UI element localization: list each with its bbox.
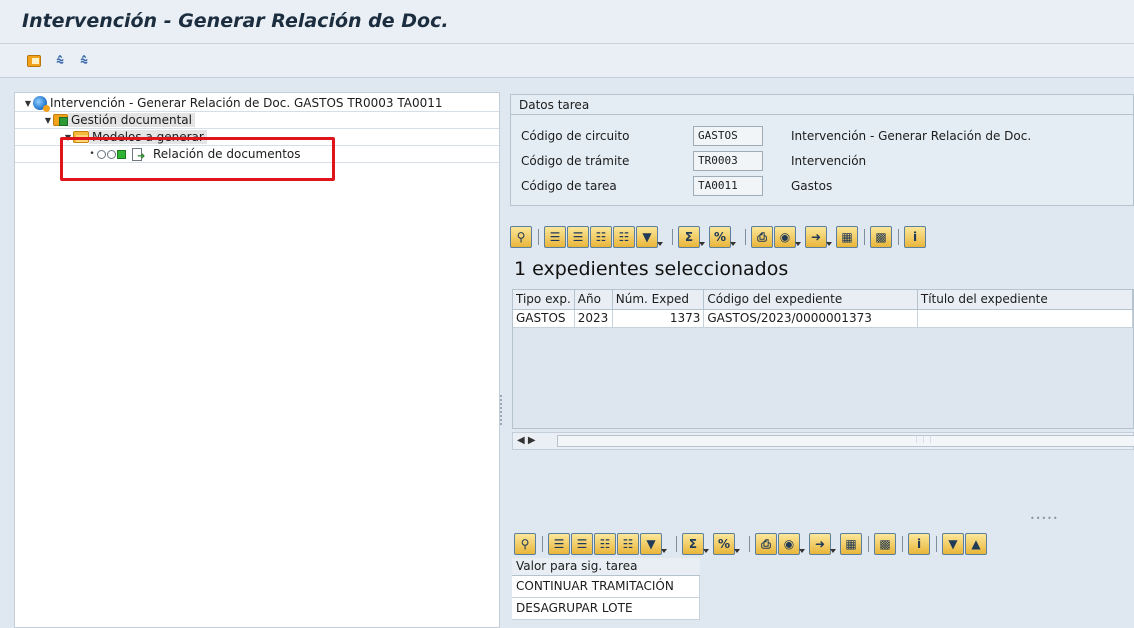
datos-row-tarea: Código de tarea TA0011 Gastos	[521, 176, 832, 196]
column-header[interactable]: Año	[574, 290, 613, 310]
expedientes-table: Tipo exp. Año Núm. Exped Código del expe…	[513, 290, 1134, 328]
application-toolbar: ⩯ ⩯	[0, 44, 1134, 78]
table-cell[interactable]: GASTOS/2023/0000001373	[703, 309, 918, 328]
tramite-field[interactable]: TR0003	[693, 151, 763, 171]
toolbar-separator	[898, 229, 899, 245]
print-icon[interactable]: ⎙	[755, 533, 777, 555]
layout-icon[interactable]: ▦	[840, 533, 862, 555]
expand-arrow-icon[interactable]: ▼	[43, 116, 53, 125]
splitter-handle[interactable]	[500, 395, 504, 425]
toolbar-separator	[749, 536, 750, 552]
tree-node-root[interactable]: ▼ Intervención - Generar Relación de Doc…	[15, 95, 499, 112]
toolbar-separator	[936, 536, 937, 552]
table-cell[interactable]: GASTOS	[513, 309, 575, 328]
collapse-up-icon[interactable]: ▲	[965, 533, 987, 555]
selection-title: 1 expedientes seleccionados	[514, 258, 789, 280]
tree-node-label: Gestión documental	[68, 113, 195, 127]
export-icon[interactable]: ➜	[805, 226, 832, 248]
table-row[interactable]: GASTOS 2023 1373 GASTOS/2023/0000001373	[513, 309, 1134, 328]
toolbar-separator	[542, 536, 543, 552]
column-header[interactable]: Título del expediente	[917, 290, 1134, 310]
subtotal-icon[interactable]: %	[709, 226, 736, 248]
layout-icon[interactable]: ▦	[836, 226, 858, 248]
find-next-icon[interactable]: ☷	[617, 533, 639, 555]
field-description: Intervención - Generar Relación de Doc.	[791, 129, 1032, 143]
export-icon[interactable]: ➜	[809, 533, 836, 555]
expedientes-grid: Tipo exp. Año Núm. Exped Código del expe…	[512, 289, 1134, 429]
collapse-all-icon[interactable]: ⩯	[76, 53, 92, 69]
graphic-icon[interactable]: ▩	[874, 533, 896, 555]
find-icon[interactable]: ☷	[594, 533, 616, 555]
toolbar-separator	[745, 229, 746, 245]
resize-grip-icon[interactable]: •••••	[1030, 514, 1059, 523]
field-label: Código de circuito	[521, 129, 630, 143]
folder-icon	[53, 114, 68, 126]
toolbar-separator	[676, 536, 677, 552]
table-header-row: Tipo exp. Año Núm. Exped Código del expe…	[513, 290, 1134, 310]
table-cell[interactable]	[917, 309, 1134, 328]
print-icon[interactable]: ⎙	[751, 226, 773, 248]
horizontal-scrollbar[interactable]: ◀ ▶ ⋮⋮⋮	[512, 432, 1134, 450]
datos-row-circuito: Código de circuito GASTOS Intervención -…	[521, 126, 1031, 146]
sort-descending-icon[interactable]: ☰	[567, 226, 589, 248]
toolbar-separator	[868, 536, 869, 552]
sum-icon[interactable]: Σ	[678, 226, 705, 248]
find-next-icon[interactable]: ☷	[613, 226, 635, 248]
circuito-field[interactable]: GASTOS	[693, 126, 763, 146]
scroll-track[interactable]	[557, 435, 1134, 447]
toolbar-separator	[902, 536, 903, 552]
list-item[interactable]: CONTINUAR TRAMITACIÓN	[512, 576, 700, 598]
column-header[interactable]: Tipo exp.	[513, 290, 575, 310]
sort-ascending-icon[interactable]: ☰	[548, 533, 570, 555]
title-bar: Intervención - Generar Relación de Doc.	[0, 0, 1134, 44]
views-icon[interactable]: ◉	[774, 226, 801, 248]
globe-icon	[33, 96, 50, 112]
table-cell[interactable]: 1373	[612, 309, 705, 328]
field-description: Gastos	[791, 179, 833, 193]
field-label: Código de trámite	[521, 154, 630, 168]
toolbar-separator	[538, 229, 539, 245]
datos-tarea-box: Datos tarea Código de circuito GASTOS In…	[510, 94, 1134, 206]
datos-row-tramite: Código de trámite TR0003 Intervención	[521, 151, 866, 171]
right-panel: Datos tarea Código de circuito GASTOS In…	[510, 92, 1134, 628]
toolbar-separator	[672, 229, 673, 245]
find-icon[interactable]: ☷	[590, 226, 612, 248]
details-icon[interactable]: ⚲	[514, 533, 536, 555]
tarea-field[interactable]: TA0011	[693, 176, 763, 196]
expand-down-icon[interactable]: ▼	[942, 533, 964, 555]
details-icon[interactable]: ⚲	[510, 226, 532, 248]
expand-all-icon[interactable]: ⩯	[52, 53, 68, 69]
column-header[interactable]: Núm. Exped	[612, 290, 705, 310]
grid-toolbar-secondary: ⚲ ☰ ☰ ☷ ☷ ▼ Σ % ⎙ ◉ ➜ ▦ ▩ i ▼ ▲	[514, 532, 988, 556]
siguiente-tarea-grid: Valor para sig. tarea CONTINUAR TRAMITAC…	[512, 558, 1134, 628]
folder-icon[interactable]	[26, 53, 42, 69]
info-icon[interactable]: i	[904, 226, 926, 248]
grid-toolbar: ⚲ ☰ ☰ ☷ ☷ ▼ Σ % ⎙ ◉ ➜ ▦ ▩ i	[510, 225, 927, 249]
views-icon[interactable]: ◉	[778, 533, 805, 555]
subtotal-icon[interactable]: %	[713, 533, 740, 555]
field-label: Código de tarea	[521, 179, 617, 193]
field-description: Intervención	[791, 154, 867, 168]
table-cell[interactable]: 2023	[574, 309, 613, 328]
window-title: Intervención - Generar Relación de Doc.	[22, 10, 449, 32]
scroll-arrows-icon[interactable]: ◀ ▶	[517, 433, 536, 449]
column-header[interactable]: Valor para sig. tarea	[512, 558, 700, 576]
graphic-icon[interactable]: ▩	[870, 226, 892, 248]
toolbar-separator	[864, 229, 865, 245]
sort-ascending-icon[interactable]: ☰	[544, 226, 566, 248]
sort-descending-icon[interactable]: ☰	[571, 533, 593, 555]
column-header[interactable]: Código del expediente	[703, 290, 918, 310]
scroll-grip-icon[interactable]: ⋮⋮⋮	[913, 436, 934, 444]
tree-node-label: Intervención - Generar Relación de Doc. …	[50, 96, 443, 110]
filter-icon[interactable]: ▼	[636, 226, 663, 248]
info-icon[interactable]: i	[908, 533, 930, 555]
list-item[interactable]: DESAGRUPAR LOTE	[512, 598, 700, 620]
highlight-box	[60, 137, 335, 181]
filter-icon[interactable]: ▼	[640, 533, 667, 555]
datos-tarea-header: Datos tarea	[511, 95, 1133, 115]
expand-arrow-icon[interactable]: ▼	[23, 99, 33, 108]
sum-icon[interactable]: Σ	[682, 533, 709, 555]
tree-node-gestion-documental[interactable]: ▼ Gestión documental	[15, 112, 499, 129]
